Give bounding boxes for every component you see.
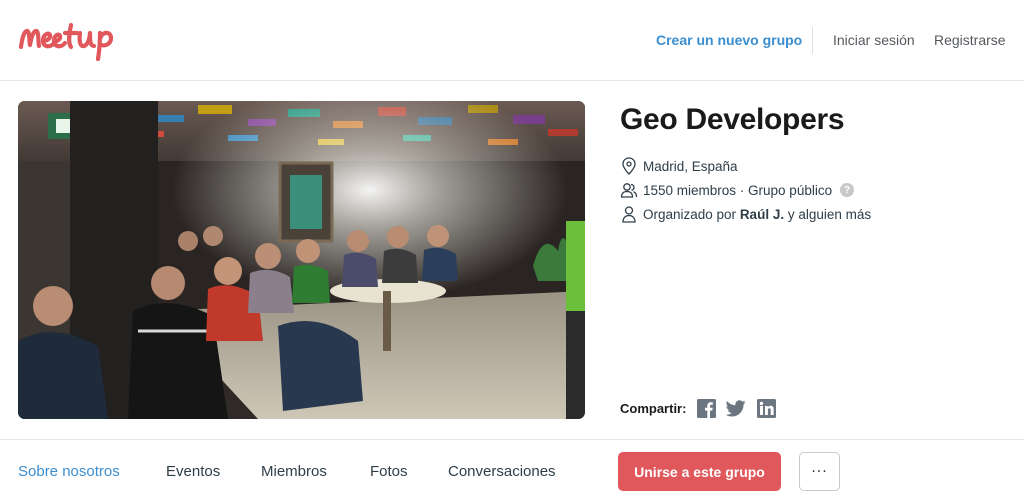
tab-events[interactable]: Eventos	[166, 463, 220, 480]
organizer-name[interactable]: Raúl J.	[740, 207, 784, 222]
facebook-icon[interactable]	[696, 398, 716, 418]
meetup-room-photo	[18, 101, 585, 419]
group-cover-photo	[18, 101, 585, 419]
tab-about[interactable]: Sobre nosotros	[18, 463, 120, 480]
share-label: Compartir:	[620, 400, 687, 416]
signup-link[interactable]: Registrarse	[934, 32, 1006, 48]
meetup-logo-icon	[18, 22, 114, 62]
login-link[interactable]: Iniciar sesión	[833, 32, 915, 48]
more-options-button[interactable]: ···	[799, 452, 840, 491]
site-header: Crear un nuevo grupo Iniciar sesión Regi…	[0, 0, 1024, 81]
meetup-logo[interactable]	[18, 17, 138, 63]
group-title: Geo Developers	[620, 103, 845, 136]
group-organizer: Organizado por Raúl J. y alguien más	[620, 204, 871, 224]
tab-members[interactable]: Miembros	[261, 463, 327, 480]
twitter-icon[interactable]	[726, 398, 747, 418]
organizer-icon	[620, 205, 638, 223]
share-bar: Compartir:	[620, 398, 786, 418]
help-icon[interactable]: ?	[840, 183, 855, 197]
create-group-link[interactable]: Crear un nuevo grupo	[656, 32, 802, 48]
header-divider	[812, 27, 813, 54]
members-icon	[620, 181, 638, 199]
organizer-prefix: Organizado por	[643, 206, 740, 222]
group-tab-bar: Sobre nosotros Eventos Miembros Fotos Co…	[0, 439, 1024, 503]
join-group-button[interactable]: Unirse a este grupo	[618, 452, 781, 491]
linkedin-icon[interactable]	[756, 398, 776, 418]
organizer-suffix: y alguien más	[784, 206, 872, 222]
members-text[interactable]: 1550 miembros · Grupo público	[643, 183, 832, 198]
tab-discussions[interactable]: Conversaciones	[448, 463, 556, 480]
location-text: Madrid, España	[643, 158, 738, 174]
group-location: Madrid, España	[620, 156, 738, 176]
tab-photos[interactable]: Fotos	[370, 463, 408, 480]
location-pin-icon	[620, 157, 638, 175]
group-members: 1550 miembros · Grupo público ?	[620, 180, 855, 200]
